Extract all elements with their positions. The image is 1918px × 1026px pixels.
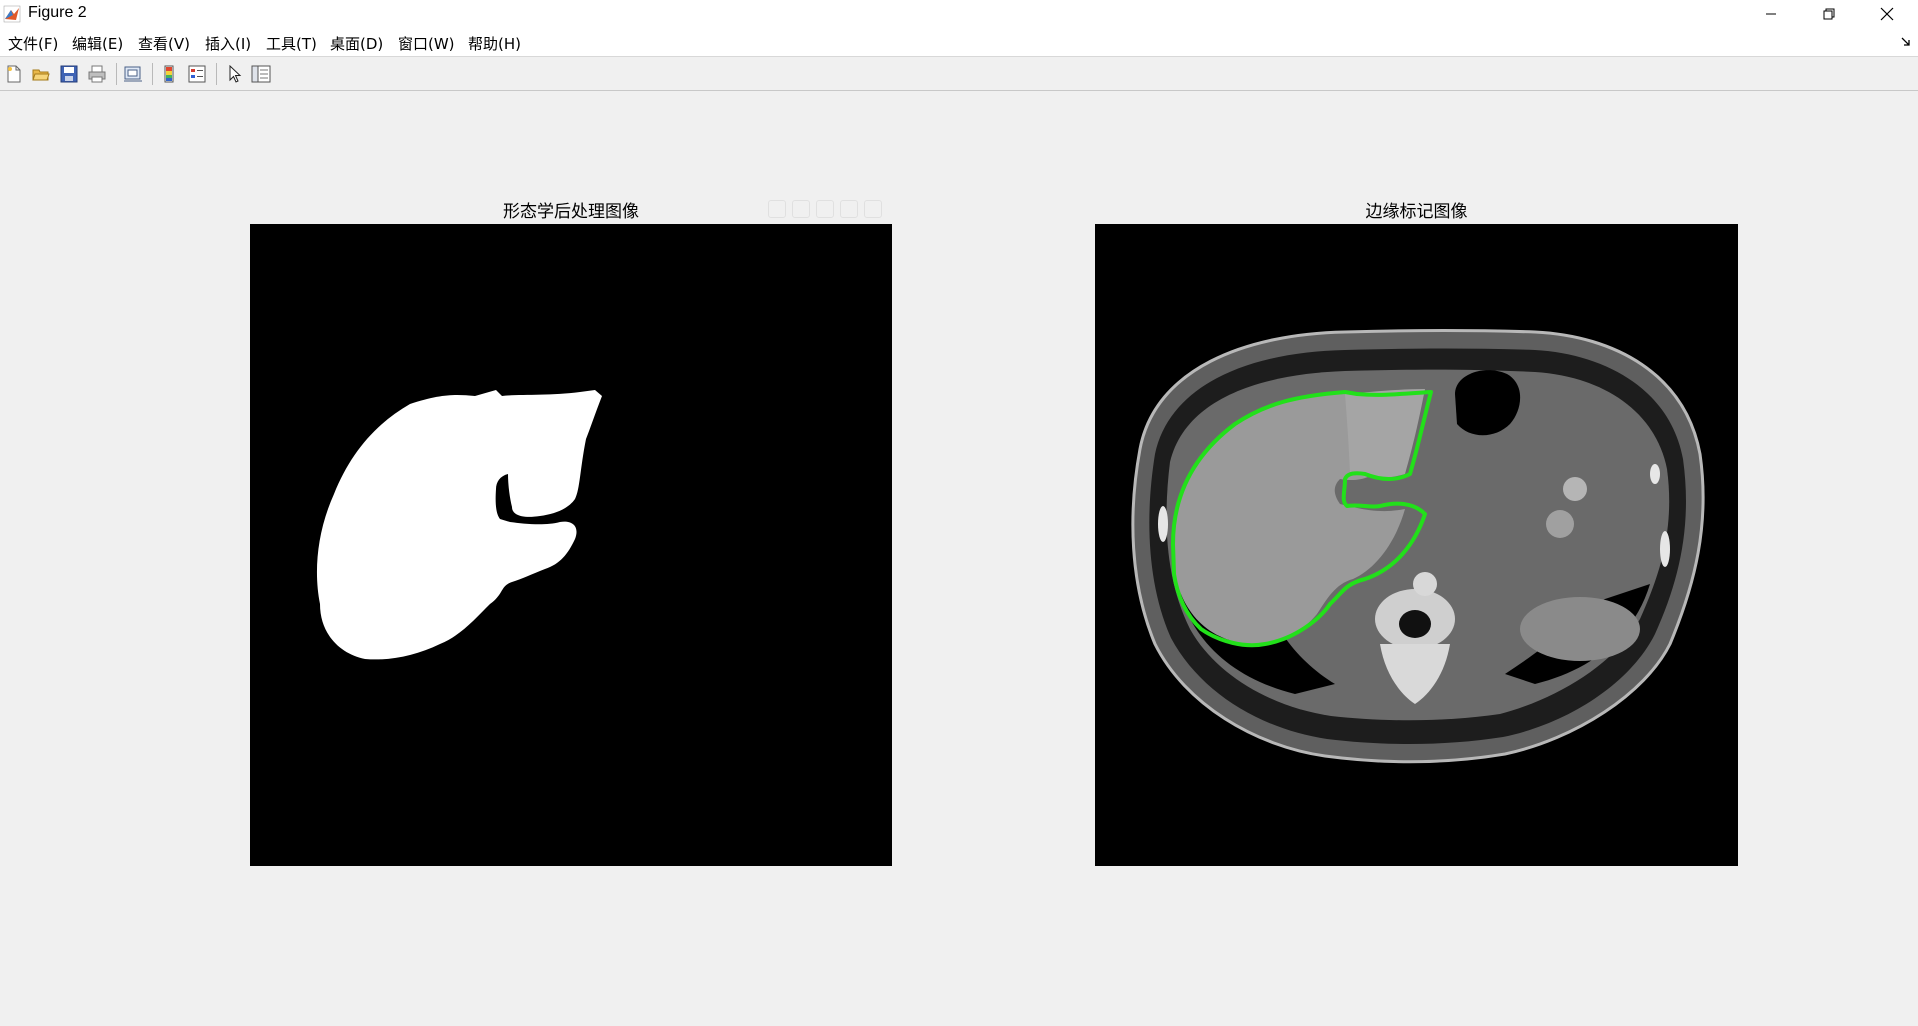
axes-toolbar-button[interactable] bbox=[864, 200, 882, 218]
toolbar-separator bbox=[152, 63, 153, 85]
menu-insert[interactable]: 插入(I) bbox=[205, 33, 251, 54]
open-file-icon bbox=[32, 69, 50, 81]
axes-title-right: 边缘标记图像 bbox=[1365, 202, 1468, 222]
restore-icon bbox=[1823, 8, 1835, 20]
pointer-icon bbox=[229, 65, 242, 83]
dock-arrow-icon[interactable] bbox=[1900, 36, 1912, 48]
title-bar: Figure 2 bbox=[0, 0, 1918, 28]
menu-edit[interactable]: 编辑(E) bbox=[72, 33, 123, 54]
matlab-icon bbox=[3, 5, 21, 23]
close-button[interactable] bbox=[1858, 0, 1916, 28]
ct-slice-image bbox=[1131, 329, 1705, 764]
save-button[interactable] bbox=[58, 63, 80, 85]
binary-mask-image bbox=[316, 390, 602, 660]
print-button[interactable] bbox=[86, 63, 108, 85]
colorbar-icon bbox=[164, 65, 174, 83]
menu-window[interactable]: 窗口(W) bbox=[398, 33, 455, 54]
axes-toolbar-button[interactable] bbox=[840, 200, 858, 218]
link-plot-icon bbox=[124, 66, 142, 82]
close-icon bbox=[1880, 7, 1894, 21]
window-title: Figure 2 bbox=[28, 4, 87, 21]
menu-help[interactable]: 帮助(H) bbox=[468, 33, 521, 54]
axes-toolbar-button[interactable] bbox=[816, 200, 834, 218]
figure-toolbar bbox=[0, 57, 1918, 91]
axes-toolbar-button[interactable] bbox=[792, 200, 810, 218]
minimize-button[interactable] bbox=[1742, 0, 1800, 28]
save-icon bbox=[60, 65, 78, 83]
colorbar-button[interactable] bbox=[158, 63, 180, 85]
property-inspector-icon bbox=[251, 65, 271, 83]
menu-tools[interactable]: 工具(T) bbox=[266, 33, 317, 54]
legend-icon bbox=[188, 65, 206, 83]
axes-toolbar-button[interactable] bbox=[768, 200, 786, 218]
print-icon bbox=[88, 65, 106, 83]
new-figure-button[interactable] bbox=[3, 63, 25, 85]
open-file-button[interactable] bbox=[30, 63, 52, 85]
pointer-button[interactable] bbox=[224, 63, 246, 85]
axes-right[interactable] bbox=[1095, 224, 1738, 866]
toolbar-separator bbox=[216, 63, 217, 85]
legend-button[interactable] bbox=[186, 63, 208, 85]
restore-button[interactable] bbox=[1800, 0, 1858, 28]
menu-bar: 文件(F) 编辑(E) 查看(V) 插入(I) 工具(T) 桌面(D) 窗口(W… bbox=[0, 28, 1918, 57]
minimize-icon bbox=[1766, 13, 1776, 15]
new-figure-icon bbox=[7, 65, 21, 83]
menu-desktop[interactable]: 桌面(D) bbox=[330, 33, 383, 54]
property-inspector-button[interactable] bbox=[250, 63, 272, 85]
toolbar-separator bbox=[116, 63, 117, 85]
link-plot-button[interactable] bbox=[122, 63, 144, 85]
menu-view[interactable]: 查看(V) bbox=[138, 33, 190, 54]
axes-left[interactable] bbox=[250, 224, 892, 866]
axes-toolbar-faint bbox=[768, 200, 888, 220]
menu-file[interactable]: 文件(F) bbox=[8, 33, 58, 54]
